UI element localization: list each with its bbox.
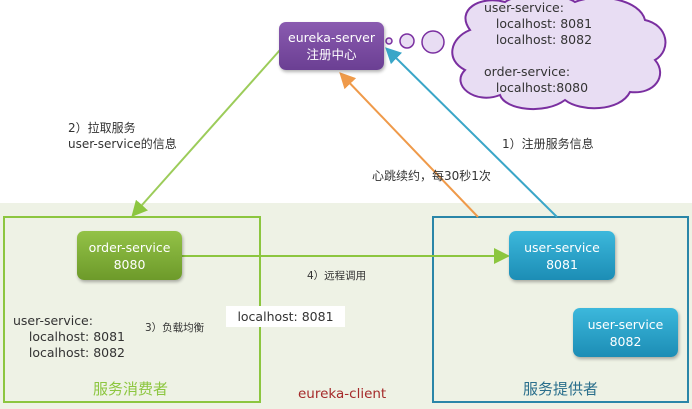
cloud-line: localhost: 8081: [484, 16, 593, 31]
registry-contents: user-service: localhost: 8081 localhost:…: [484, 0, 592, 96]
node-port: 8080: [113, 256, 146, 272]
heartbeat-label: 心跳续约，每30秒1次: [372, 169, 491, 183]
cloud-line: user-service:: [484, 0, 564, 15]
eureka-server-node[interactable]: eureka-server 注册中心: [279, 22, 384, 70]
heartbeat-arrow: [339, 72, 479, 218]
consumer-cache: user-service: localhost: 8081 localhost:…: [13, 313, 125, 360]
eureka-client-label: eureka-client: [298, 386, 387, 402]
cloud-line: [484, 48, 592, 64]
order-service-node[interactable]: order-service 8080: [77, 231, 182, 280]
cloud-line: order-service:: [484, 64, 571, 79]
cloud-line: localhost:8080: [484, 80, 589, 95]
node-name: order-service: [88, 239, 171, 255]
node-title: eureka-server: [288, 30, 375, 45]
cloud-line: localhost: 8082: [484, 32, 593, 47]
consumer-label: 服务消费者: [93, 380, 169, 398]
chosen-instance: localhost: 8081: [226, 306, 345, 327]
thought-bubble: [385, 37, 393, 45]
pull-label: 2）拉取服务 user-service的信息: [68, 121, 177, 151]
user-service-node[interactable]: user-service 8082: [573, 308, 678, 357]
provider-label: 服务提供者: [523, 380, 599, 398]
node-port: 8081: [546, 256, 578, 272]
load-balance-label: 3）负载均衡: [145, 322, 205, 334]
register-label: 1）注册服务信息: [502, 137, 594, 151]
node-name: user-service: [587, 316, 664, 332]
node-subtitle: 注册中心: [306, 47, 357, 62]
thought-bubble: [399, 33, 415, 49]
user-service-node[interactable]: user-service 8081: [509, 231, 615, 280]
thought-bubble: [421, 30, 445, 54]
node-port: 8082: [609, 333, 642, 349]
remote-call-label: 4）远程调用: [307, 270, 367, 282]
node-name: user-service: [524, 239, 600, 255]
